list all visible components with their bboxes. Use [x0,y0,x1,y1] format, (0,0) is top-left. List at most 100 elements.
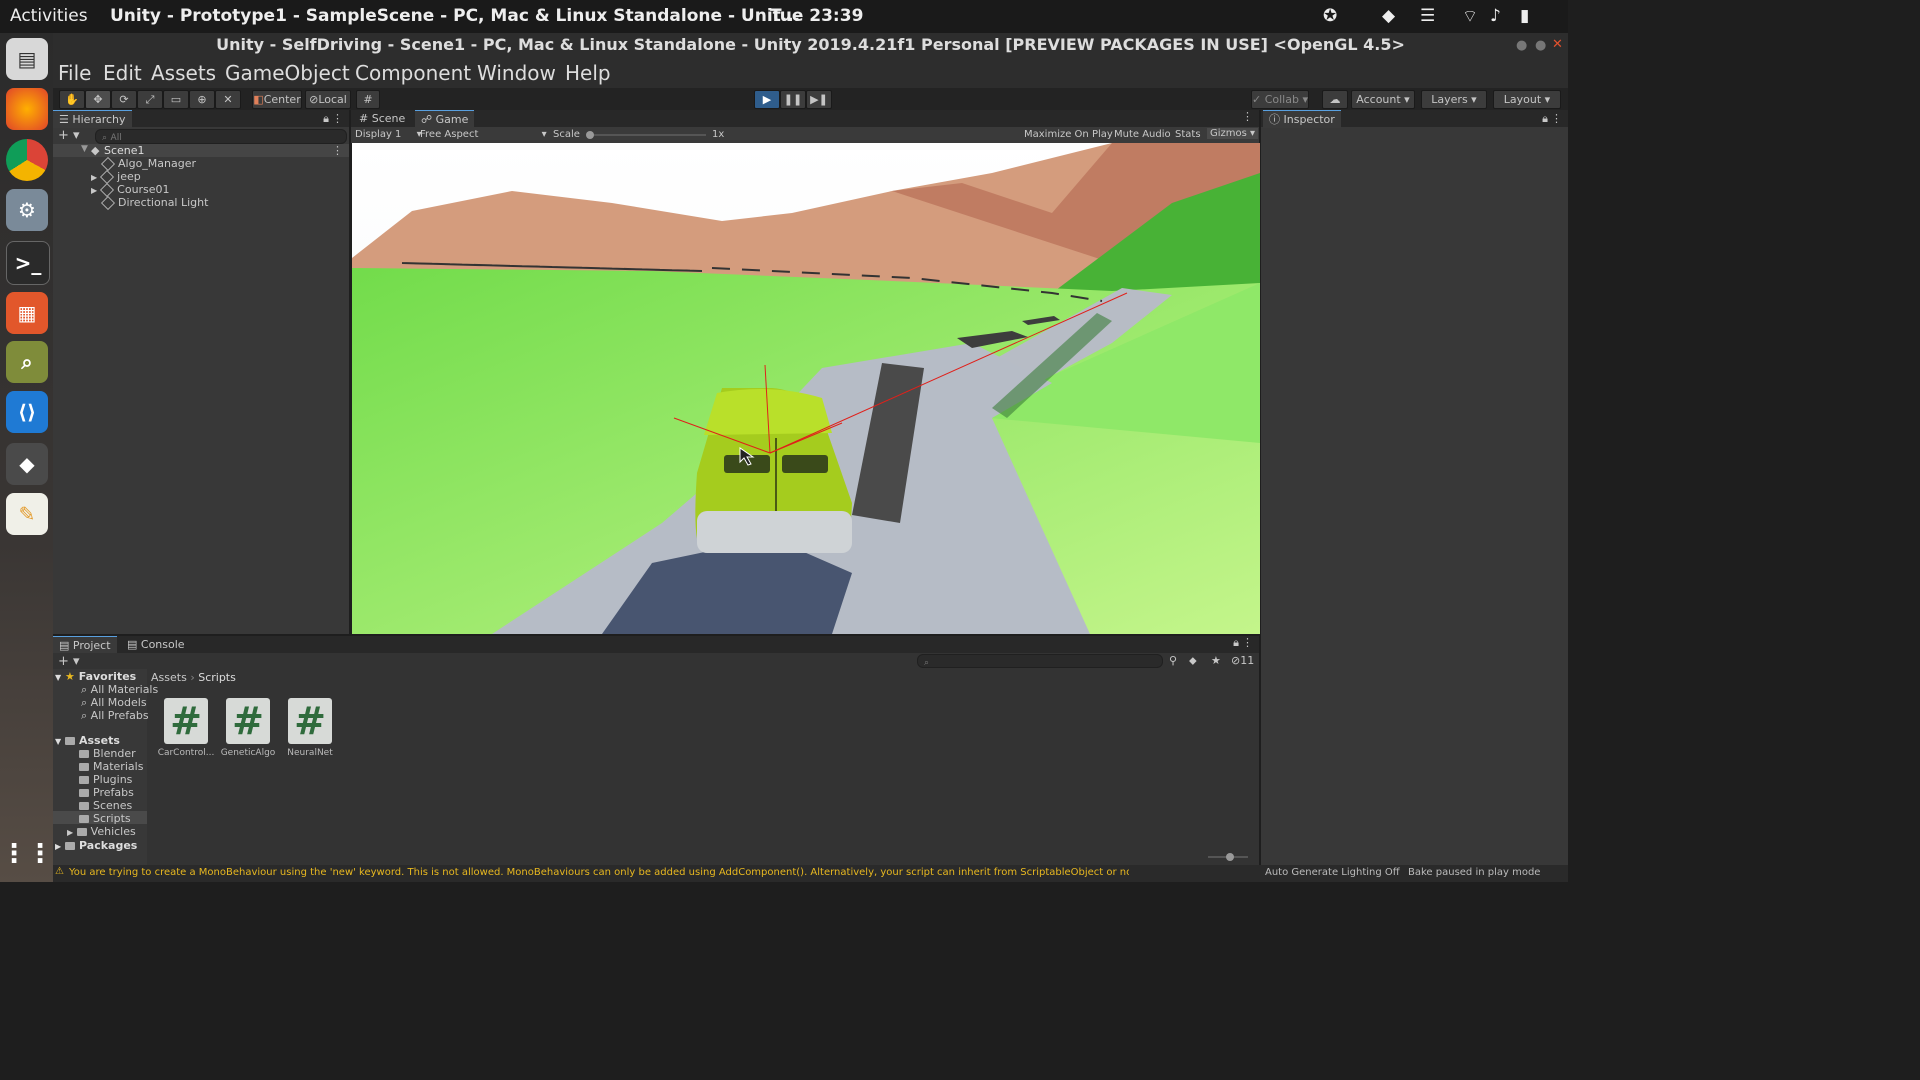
tab-scene[interactable]: # Scene [353,110,411,127]
volume-icon[interactable]: ♪ [1490,6,1501,26]
tab-hierarchy[interactable]: ☰ Hierarchy [53,110,132,128]
transform-tool-icon[interactable]: ⊕ [189,90,215,109]
terminal-icon[interactable]: >_ [6,241,50,285]
script-carcontrol[interactable]: # [164,698,208,744]
chrome-icon[interactable] [6,139,48,181]
unity-icon[interactable]: ◆ [1382,6,1395,26]
filter-label-icon[interactable]: ⬥ [1189,654,1197,668]
layout-dropdown[interactable]: Layout ▾ [1493,90,1561,109]
menu-assets[interactable]: Assets [151,61,216,85]
clock[interactable]: Tue 23:39 [770,6,863,26]
battery-icon[interactable]: ▮ [1520,6,1529,26]
text-editor-icon[interactable]: ✎ [6,493,48,535]
move-tool-icon[interactable]: ✥ [85,90,111,109]
folder-scripts[interactable]: Scripts [53,811,147,825]
hierarchy-item-directional-light[interactable]: Directional Light [100,195,208,211]
folder-plugins[interactable]: Plugins [79,773,132,786]
layers-dropdown[interactable]: Layers ▾ [1421,90,1487,109]
rect-tool-icon[interactable]: ▭ [163,90,189,109]
folder-prefabs[interactable]: Prefabs [79,786,134,799]
game-kebab-icon[interactable]: ⋮ [1242,110,1253,123]
favorite-star-icon[interactable]: ★ [1211,654,1221,667]
tab-inspector[interactable]: ⓘ Inspector [1263,110,1341,128]
firefox-icon[interactable] [6,88,48,130]
stats-toggle[interactable]: Stats [1175,129,1201,140]
icon-size-slider-thumb[interactable] [1226,853,1234,861]
display-dropdown[interactable]: Display 1 ▾ [355,129,422,140]
wifi-icon[interactable]: ⌔ [1462,6,1478,27]
hierarchy-item-course01[interactable]: ▶ Course01 [91,182,170,198]
menu-window[interactable]: Window [477,61,556,85]
favorite-all-materials[interactable]: ⌕ All Materials [81,683,158,697]
menu-gameobject[interactable]: GameObject [225,61,350,85]
packages-folder[interactable]: ▶ Packages [55,839,137,852]
pause-button[interactable]: ❚❚ [780,90,806,109]
kebab-icon[interactable]: ⋮ [1242,636,1253,649]
collapse-arrow-icon[interactable]: ▶ [91,186,97,195]
menu-component[interactable]: Component [355,61,471,85]
rotate-tool-icon[interactable]: ⟳ [111,90,137,109]
grid-snap-icon[interactable]: # [356,90,380,109]
scale-tool-icon[interactable]: ⤢ [137,90,163,109]
hidden-packages-toggle[interactable]: ⊘11 [1231,654,1254,667]
hand-tool-icon[interactable]: ✋ [59,90,85,109]
collab-dropdown[interactable]: ✓ Collab ▾ [1251,90,1309,109]
menu-edit[interactable]: Edit [103,61,142,85]
lock-icon[interactable]: 🔒︎ [1542,110,1548,127]
menu-lines-icon[interactable]: ☰ [1420,6,1435,26]
folder-vehicles[interactable]: ▶ Vehicles [67,825,136,838]
minimize-icon[interactable]: ● [1516,38,1527,53]
tab-game[interactable]: ☍ Game [415,110,475,128]
mute-audio-toggle[interactable]: Mute Audio [1114,129,1171,140]
play-button[interactable]: ▶ [754,90,780,109]
project-search-input[interactable]: ⌕ [917,654,1163,668]
status-bar[interactable]: ⚠ You are trying to create a MonoBehavio… [53,865,1568,882]
status-message[interactable]: You are trying to create a MonoBehaviour… [69,867,1129,878]
folder-blender[interactable]: Blender [79,747,136,760]
lock-icon[interactable]: 🔒︎ [323,110,329,127]
scale-slider-thumb[interactable] [586,131,594,139]
maximize-on-play-toggle[interactable]: Maximize On Play [1024,129,1113,140]
files-icon[interactable]: ▤ [6,38,48,80]
scene-row[interactable]: ▼ ◆ Scene1 ⋮ [53,144,349,157]
icon-size-slider[interactable] [1208,853,1248,861]
collapse-arrow-icon[interactable]: ▶ [91,173,97,182]
hierarchy-item-algo-manager[interactable]: Algo_Manager [100,156,196,172]
lock-icon[interactable]: 🔒︎ [1233,636,1239,650]
tab-console[interactable]: ▤ Console [121,636,191,653]
cloud-icon[interactable]: ☁ [1322,90,1348,109]
hierarchy-search-input[interactable]: ⌕ All [95,129,347,144]
breadcrumb-assets[interactable]: Assets [151,671,187,684]
kebab-icon[interactable]: ⋮ [332,110,343,127]
activities-button[interactable]: Activities [10,6,88,26]
favorites-header[interactable]: ▼ ★ Favorites [55,670,136,683]
app-grid-icon[interactable]: ⋮⋮ [1,833,53,875]
create-asset-button[interactable]: + ▾ [58,654,80,669]
script-neuralnet[interactable]: # [288,698,332,744]
game-viewport[interactable] [352,143,1260,634]
accessibility-icon[interactable]: ✪ [1323,6,1337,26]
expand-arrow-icon[interactable]: ▼ [81,144,88,154]
impress-icon[interactable]: ▦ [6,292,48,334]
auto-lighting-status[interactable]: Auto Generate Lighting Off [1265,867,1400,878]
filter-type-icon[interactable]: ⚲ [1169,654,1177,667]
step-button[interactable]: ▶❚ [806,90,832,109]
assets-folder[interactable]: ▼ Assets [55,734,120,747]
bake-status[interactable]: Bake paused in play mode [1408,867,1540,878]
favorite-all-models[interactable]: ⌕ All Models [81,696,147,710]
app-window-menu[interactable]: Unity - Prototype1 - SampleScene - PC, M… [110,6,800,26]
image-viewer-icon[interactable]: ⌕ [6,341,48,383]
scale-slider[interactable] [586,131,706,139]
pivot-local-button[interactable]: ⊘Local [305,90,351,109]
menu-file[interactable]: File [58,61,91,85]
add-object-button[interactable]: + ▾ [58,128,80,143]
maximize-icon[interactable]: ● [1535,38,1546,53]
pivot-center-button[interactable]: ◧Center [252,90,302,109]
custom-tool-icon[interactable]: ✕ [215,90,241,109]
close-icon[interactable]: ✕ [1552,37,1563,52]
kebab-icon[interactable]: ⋮ [1551,110,1562,127]
unity-hub-icon[interactable]: ◆ [6,443,48,485]
scene-kebab-icon[interactable]: ⋮ [332,144,343,157]
tab-project[interactable]: ▤ Project [53,636,117,654]
settings-icon[interactable]: ⚙ [6,189,48,231]
